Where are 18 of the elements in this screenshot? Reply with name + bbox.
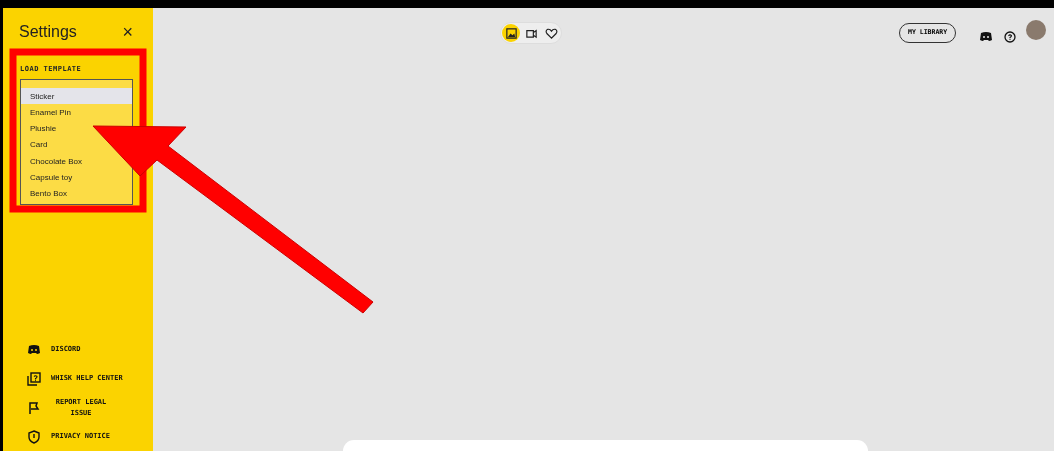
flag-icon [27,400,41,415]
discord-icon [27,342,41,357]
template-option[interactable]: Capsule toy [21,169,82,186]
heart-icon [544,26,558,40]
template-option[interactable]: Bento Box [21,185,76,202]
template-option[interactable]: Sticker [21,87,132,104]
template-listbox[interactable]: Sticker Enamel Pin Plushie Card Chocolate Box Capsule toy Bento Box [20,78,133,205]
image-button[interactable] [502,24,520,42]
close-button[interactable]: × [118,23,137,41]
shield-icon [27,429,41,444]
template-option[interactable]: Enamel Pin [21,103,80,121]
template-option[interactable]: Plushie [21,120,66,137]
template-option[interactable]: Chocolate Box [21,152,92,169]
sidebar-title: Settings [19,22,77,42]
template-option[interactable]: Card [21,136,57,153]
avatar[interactable] [1026,20,1046,40]
image-icon [504,26,518,40]
help-book-icon [27,371,41,386]
